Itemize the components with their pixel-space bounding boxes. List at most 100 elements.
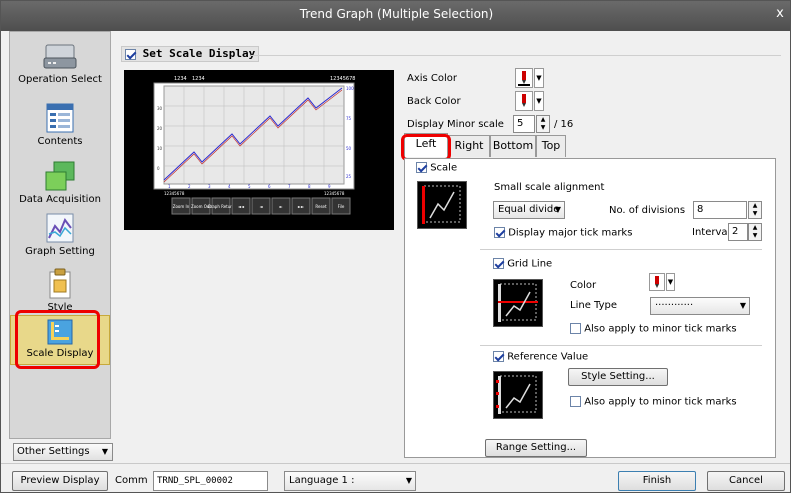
sidebar-item-contents[interactable]: Contents [10,102,110,147]
grid-line-label: Grid Line [507,258,553,270]
divisions-spinner[interactable]: ▲ ▼ [748,201,762,219]
svg-text:25: 25 [346,174,352,179]
preview-bottom-left-label: 12345678 [164,191,185,196]
sidebar-item-graph-setting[interactable]: Graph Setting [10,212,110,257]
back-color-label: Back Color [407,96,461,107]
svg-text:20: 20 [157,126,163,131]
grid-line-thumbnail [493,279,543,327]
graph-preview: 1234 1234 12345678 30 20 10 0 100 75 50 25 123… [124,70,394,230]
sidebar-item-label: Operation Select [18,74,102,85]
pen-color-icon [518,71,530,86]
close-icon[interactable]: x [768,1,790,27]
reference-value-checkbox[interactable]: Reference Value [493,351,588,363]
divisions-input[interactable]: 8 [693,201,747,219]
chevron-down-icon: ▼ [554,205,561,214]
divider [480,345,762,346]
grid-color-dropdown-arrow[interactable]: ▼ [666,273,675,291]
set-scale-display-checkbox[interactable]: Set Scale Display [121,46,260,62]
checkbox-icon [493,258,504,269]
style-setting-button[interactable]: Style Setting... [568,368,668,386]
other-settings-dropdown[interactable]: Other Settings ▼ [13,443,113,461]
sidebar-item-operation-select[interactable]: Operation Select [10,42,110,85]
chevron-down-icon: ▼ [405,476,412,485]
other-settings-label: Other Settings [17,446,90,457]
title-bar: Trend Graph (Multiple Selection) x [1,1,790,31]
comm-field[interactable]: TRND_SPL_00002 [153,471,268,491]
back-color-picker[interactable] [515,91,533,111]
graph-setting-icon [46,213,74,243]
line-type-dropdown[interactable]: ············ ▼ [650,297,750,315]
axis-color-dropdown-arrow[interactable]: ▼ [534,68,544,88]
svg-text:100: 100 [346,86,354,91]
set-scale-display-label: Set Scale Display [142,47,256,60]
reference-apply-minor-label: Also apply to minor tick marks [584,396,737,408]
preview-bottom-right-label: 12345678 [324,191,345,196]
tab-bottom[interactable]: Bottom [490,135,536,157]
scale-label: Scale [430,162,458,174]
preview-top-number: 1234 [192,76,205,82]
preview-top-number: 1234 [174,76,187,82]
alignment-value: Equal divide [498,204,560,215]
data-acquisition-icon [45,161,75,191]
preview-button: File [338,204,345,209]
cancel-button[interactable]: Cancel [707,471,785,491]
tab-top[interactable]: Top [536,135,566,157]
major-ticks-checkbox[interactable]: Display major tick marks [494,227,632,239]
tab-right[interactable]: Right [448,135,490,157]
axis-color-picker[interactable] [515,68,533,88]
back-color-dropdown-arrow[interactable]: ▼ [534,91,544,111]
operation-select-icon [43,44,77,69]
sidebar: Operation Select Contents Data Acquisiti… [9,31,111,439]
checkbox-icon [570,323,581,334]
minor-scale-spinner[interactable]: ▲ ▼ [536,115,550,133]
alignment-dropdown[interactable]: Equal divide ▼ [493,201,565,219]
language-dropdown[interactable]: Language 1 : English/West ▼ [284,471,416,491]
divisions-label: No. of divisions [609,205,686,216]
interval-input[interactable]: 2 [728,223,748,241]
preview-button: Zoom In [173,204,190,209]
scale-thumbnail [417,181,467,229]
scale-checkbox[interactable]: Scale [416,162,457,174]
minor-scale-suffix: / 16 [554,119,574,130]
reference-value-label: Reference Value [507,351,589,363]
reference-value-thumbnail [493,371,543,419]
preview-button: Reset [315,204,327,209]
sidebar-item-data-acquisition[interactable]: Data Acquisition [10,160,110,205]
preview-button: ►► [298,204,305,209]
minor-scale-label: Display Minor scale [407,119,504,130]
small-scale-alignment-label: Small scale alignment [494,182,605,193]
trend-graph-dialog: Trend Graph (Multiple Selection) x Opera… [0,0,791,493]
finish-button[interactable]: Finish [618,471,696,491]
checkbox-icon [125,48,136,60]
pen-color-icon [522,94,526,107]
grid-apply-minor-label: Also apply to minor tick marks [584,323,737,335]
style-icon [49,268,71,299]
highlight-left-tab [401,134,451,161]
grid-color-label: Color [570,280,597,291]
sidebar-item-style[interactable]: Style [10,268,110,313]
svg-text:50: 50 [346,146,352,151]
grid-line-checkbox[interactable]: Grid Line [493,258,552,270]
sidebar-item-label: Data Acquisition [19,194,101,205]
highlight-scale-display [15,310,100,369]
pen-color-icon [655,276,659,288]
chevron-down-icon: ▼ [101,447,108,456]
reference-apply-minor-checkbox[interactable]: Also apply to minor tick marks [570,396,737,408]
preview-display-button[interactable]: Preview Display [12,471,108,491]
grid-color-picker[interactable] [649,273,665,291]
sidebar-item-label: Graph Setting [25,246,95,257]
checkbox-icon [493,351,504,362]
preview-top-number: 12345678 [330,76,355,82]
range-setting-button[interactable]: Range Setting... [485,439,587,457]
svg-text:10: 10 [157,146,163,151]
grid-apply-minor-checkbox[interactable]: Also apply to minor tick marks [570,323,737,335]
window-title: Trend Graph (Multiple Selection) [299,7,494,21]
line-type-value: ············ [655,300,694,311]
interval-label: Interval [692,227,731,238]
line-type-label: Line Type [570,300,617,311]
contents-icon [46,103,74,133]
checkbox-icon [494,227,505,238]
minor-scale-input[interactable]: 5 [513,115,535,133]
interval-spinner[interactable]: ▲ ▼ [748,223,762,241]
comm-label: Comm [115,475,148,486]
